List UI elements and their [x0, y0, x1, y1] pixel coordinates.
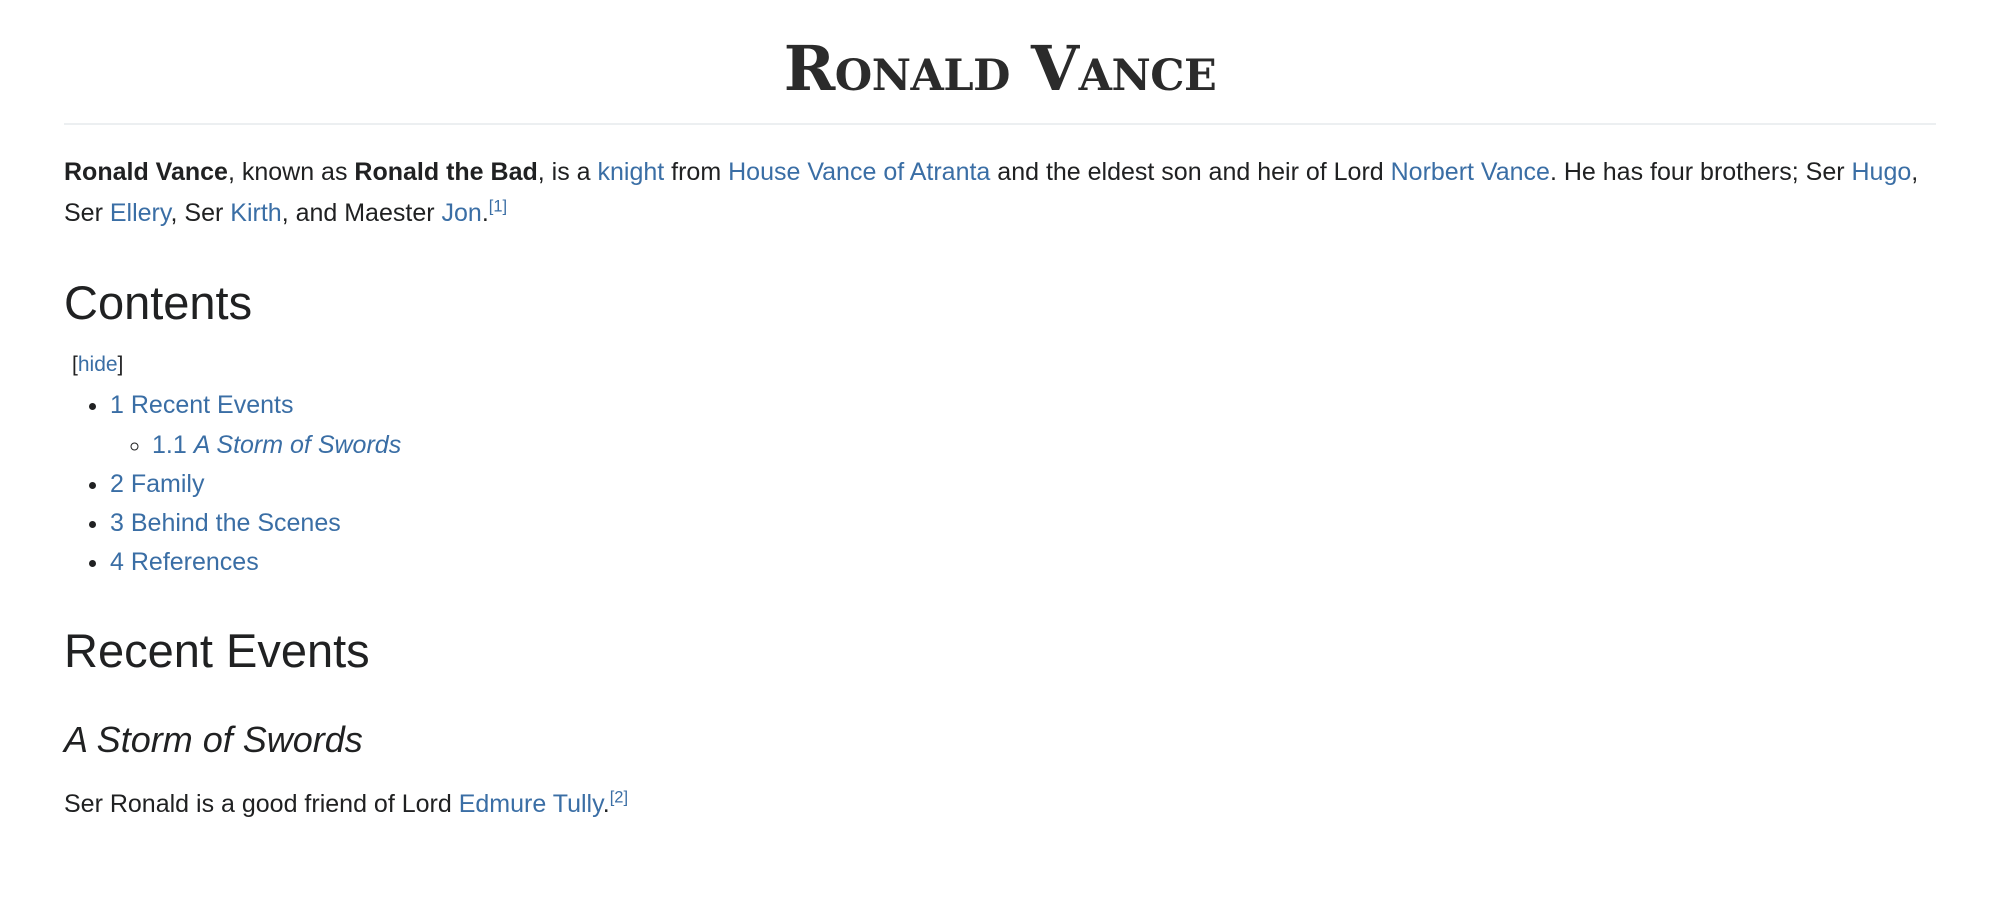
link-kirth[interactable]: Kirth	[230, 199, 281, 227]
toc-number-4: 4	[110, 548, 124, 577]
lead-end-punct: .	[481, 198, 489, 227]
toc-link-recent-events[interactable]: 1 Recent Events	[110, 391, 293, 419]
toc-list: 1 Recent Events 1.1 A Storm of Swords 2 …	[64, 387, 1936, 580]
toc-space-3	[124, 509, 131, 537]
toc-link-a-storm-of-swords[interactable]: 1.1 A Storm of Swords	[152, 431, 401, 459]
storm-text-before-link: Ser Ronald is a good friend of Lord	[64, 790, 459, 819]
title-divider	[64, 123, 1936, 126]
lead-text-from: from	[664, 158, 729, 187]
table-of-contents: [hide] 1 Recent Events 1.1 A Storm of Sw…	[64, 353, 1936, 580]
toc-item-1: 1 Recent Events 1.1 A Storm of Swords	[110, 387, 1936, 463]
lead-text-after-alias: , is a	[537, 158, 598, 187]
toc-label-references: References	[130, 548, 259, 577]
toc-link-family[interactable]: 2 Family	[110, 470, 204, 498]
toc-number-2: 2	[110, 469, 124, 498]
toc-item-2: 2 Family	[110, 466, 1936, 502]
lead-text-known-as: , known as	[227, 158, 355, 187]
article-page: Ronald Vance Ronald Vance, known as Rona…	[0, 0, 2000, 914]
lead-text-middle: and the eldest son and heir of Lord	[990, 158, 1391, 187]
toc-link-references[interactable]: 4 References	[110, 548, 259, 576]
toc-toggle[interactable]: [hide]	[72, 353, 1936, 377]
reference-link-2[interactable]: [2]	[610, 789, 628, 807]
lead-paragraph: Ronald Vance, known as Ronald the Bad, i…	[64, 152, 1936, 233]
link-norbert-vance[interactable]: Norbert Vance	[1391, 158, 1550, 186]
toc-item-1-1: 1.1 A Storm of Swords	[152, 427, 1936, 463]
toc-toggle-close-bracket: ]	[117, 353, 124, 377]
toc-space-1-1	[187, 431, 194, 459]
lead-text-after-father: . He has four brothers; Ser	[1549, 158, 1852, 187]
toc-number-3: 3	[110, 509, 124, 538]
toc-label-behind-the-scenes: Behind the Scenes	[130, 509, 341, 538]
lead-sep-2: , Ser	[170, 198, 231, 227]
title-block: Ronald Vance	[64, 0, 1936, 101]
link-hugo[interactable]: Hugo	[1852, 158, 1912, 186]
link-edmure-tully[interactable]: Edmure Tully	[459, 790, 603, 818]
page-title: Ronald Vance	[783, 32, 1217, 105]
toc-space-4	[124, 548, 131, 576]
toc-label-family: Family	[130, 469, 205, 498]
subject-name-bold: Ronald Vance	[64, 158, 228, 187]
alias-bold: Ronald the Bad	[354, 158, 538, 187]
a-storm-of-swords-paragraph: Ser Ronald is a good friend of Lord Edmu…	[64, 784, 1936, 824]
toc-sublist-1: 1.1 A Storm of Swords	[110, 427, 1936, 463]
toc-link-behind-the-scenes[interactable]: 3 Behind the Scenes	[110, 509, 341, 537]
toc-space-1	[124, 391, 131, 419]
lead-sep-3: , and Maester	[281, 198, 442, 227]
toc-item-3: 3 Behind the Scenes	[110, 505, 1936, 541]
contents-heading: Contents	[64, 276, 253, 330]
toc-space-2	[124, 470, 131, 498]
link-ellery[interactable]: Ellery	[110, 199, 171, 227]
reference-link-1[interactable]: [1]	[489, 197, 507, 215]
toc-toggle-link[interactable]: hide	[78, 353, 118, 376]
toc-item-4: 4 References	[110, 544, 1936, 580]
a-storm-of-swords-heading: A Storm of Swords	[64, 719, 363, 761]
toc-number-1-1: 1.1	[152, 430, 187, 459]
reference-marker-1[interactable]: [1]	[489, 197, 507, 215]
toc-label-a-storm-of-swords: A Storm of Swords	[193, 430, 402, 459]
storm-end-punct: .	[602, 790, 610, 819]
link-house-vance-of-atranta[interactable]: House Vance of Atranta	[728, 158, 990, 186]
recent-events-heading: Recent Events	[64, 623, 370, 677]
toc-number-1: 1	[110, 391, 124, 420]
toc-label-recent-events: Recent Events	[130, 391, 294, 420]
link-knight[interactable]: knight	[598, 158, 665, 186]
link-jon[interactable]: Jon	[442, 199, 482, 227]
reference-marker-2[interactable]: [2]	[610, 789, 628, 807]
